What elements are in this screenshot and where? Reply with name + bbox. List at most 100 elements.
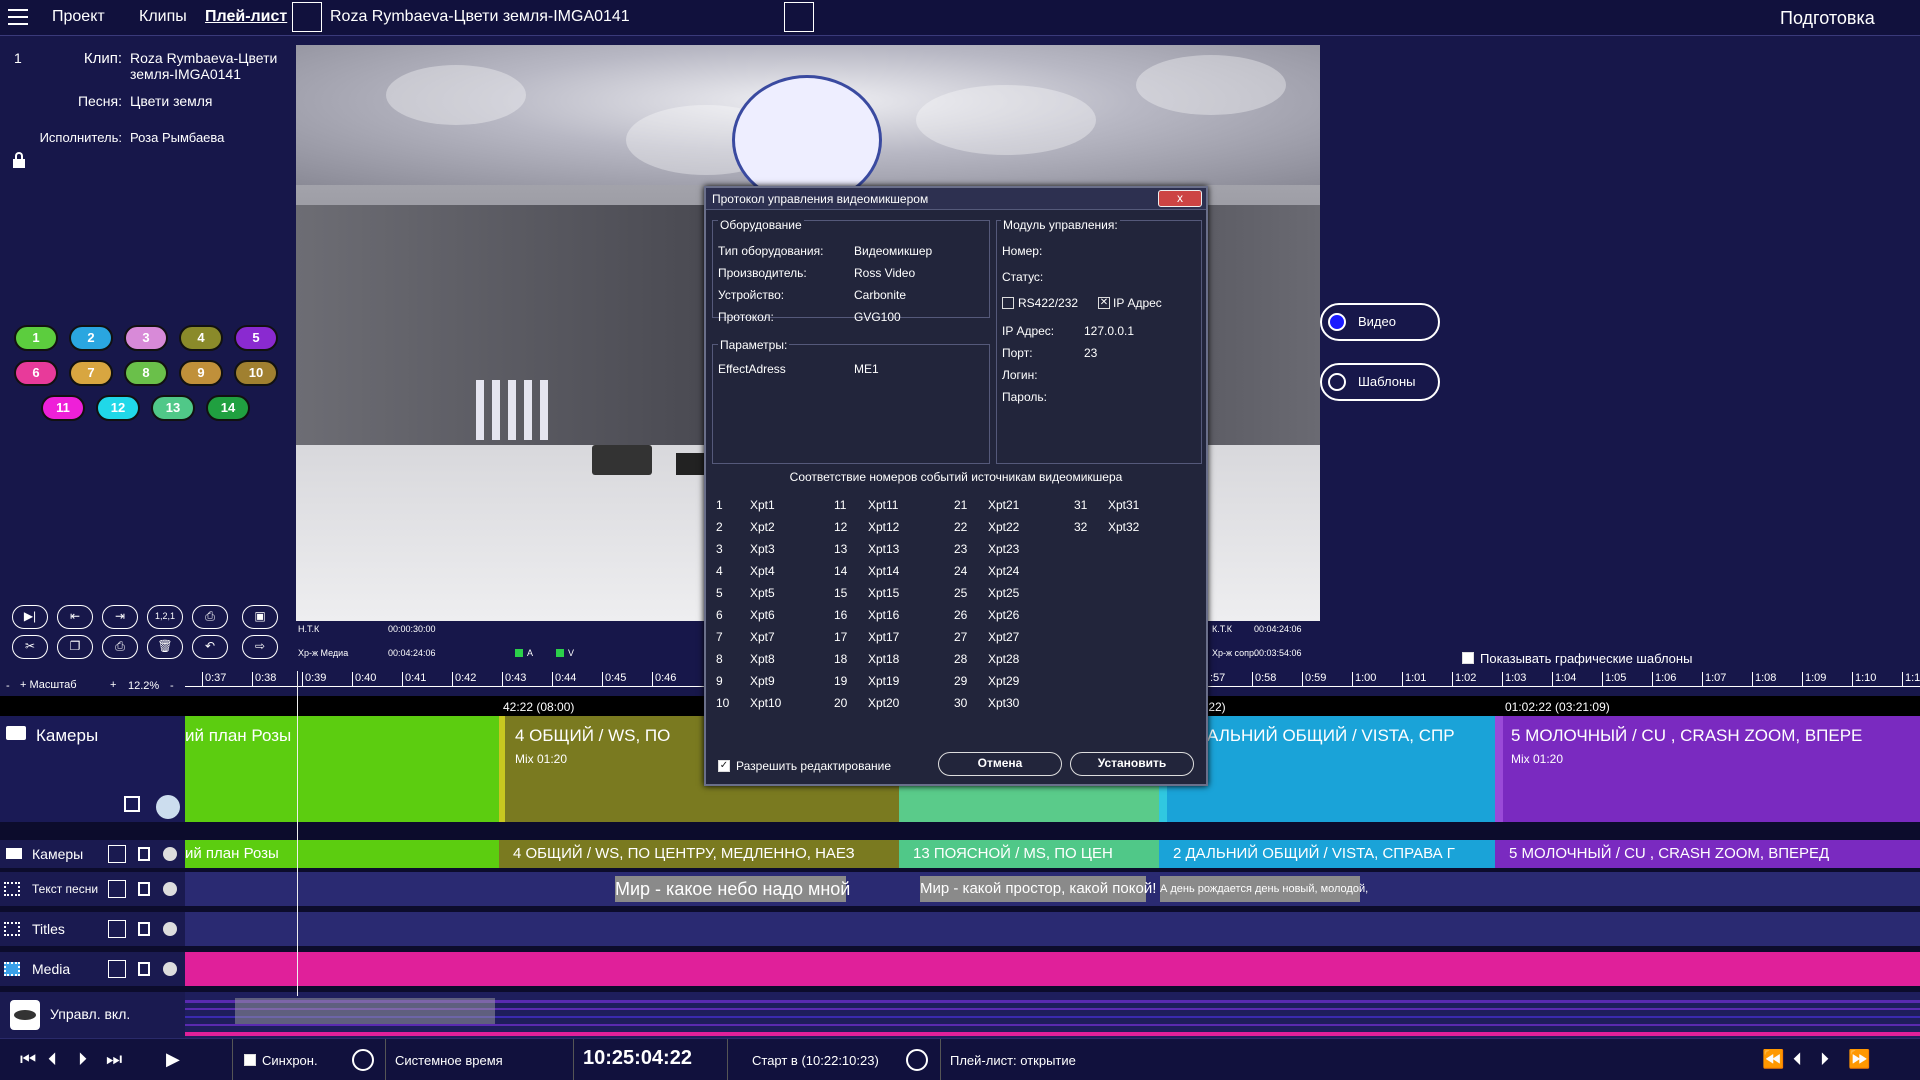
mapping-source[interactable]: Xpt8: [750, 652, 775, 666]
camera-pill-3[interactable]: 3: [124, 325, 168, 351]
mapping-source[interactable]: Xpt20: [868, 696, 899, 710]
titles-track-checkbox[interactable]: [108, 920, 126, 938]
control-track[interactable]: [185, 992, 1920, 1038]
video-toggle[interactable]: Видео: [1320, 303, 1440, 341]
export-button[interactable]: ⎙: [102, 635, 138, 659]
lyric-item[interactable]: А день рождается день новый, молодой,: [1160, 876, 1368, 902]
camera-pill-2[interactable]: 2: [69, 325, 113, 351]
camera-pill-11[interactable]: 11: [41, 395, 85, 421]
mapping-source[interactable]: Xpt2: [750, 520, 775, 534]
mapping-source[interactable]: Xpt28: [988, 652, 1019, 666]
mapping-source[interactable]: Xpt22: [988, 520, 1019, 534]
titles-track[interactable]: [185, 912, 1920, 946]
camera-pill-6[interactable]: 6: [14, 360, 58, 386]
scale-plus[interactable]: +: [110, 679, 116, 691]
cut-button[interactable]: ✂: [12, 635, 48, 659]
ip-address-checkbox[interactable]: ✕: [1098, 297, 1110, 309]
mapping-source[interactable]: Xpt19: [868, 674, 899, 688]
mapping-source[interactable]: Xpt24: [988, 564, 1019, 578]
undo-button[interactable]: ↶: [192, 635, 228, 659]
media-track-clip[interactable]: [185, 952, 1920, 986]
mapping-source[interactable]: Xpt18: [868, 652, 899, 666]
media-track-dot[interactable]: [163, 962, 177, 976]
mapping-source[interactable]: Xpt26: [988, 608, 1019, 622]
mapping-source[interactable]: Xpt6: [750, 608, 775, 622]
previous-icon[interactable]: ⏴: [48, 1049, 57, 1070]
camera-pill-9[interactable]: 9: [179, 360, 223, 386]
step-forward-icon[interactable]: ⏵: [1820, 1049, 1829, 1070]
title-select-box[interactable]: [784, 2, 814, 32]
effect-address-value[interactable]: ME1: [854, 362, 879, 376]
mapping-source[interactable]: Xpt3: [750, 542, 775, 556]
allow-edit-checkbox[interactable]: ✓: [718, 760, 730, 772]
mapping-source[interactable]: Xpt11: [868, 498, 898, 512]
templates-toggle[interactable]: Шаблоны: [1320, 363, 1440, 401]
sync-checkbox[interactable]: [244, 1054, 256, 1066]
exit-button[interactable]: ⇨: [242, 635, 278, 659]
rs422-checkbox[interactable]: [1002, 297, 1014, 309]
paste-button[interactable]: ❐: [57, 635, 93, 659]
hamburger-menu-icon[interactable]: [0, 0, 36, 34]
mapping-source[interactable]: Xpt10: [750, 696, 781, 710]
camera-pill-4[interactable]: 4: [179, 325, 223, 351]
eye-icon[interactable]: [10, 1000, 40, 1030]
next-icon[interactable]: ⏵: [78, 1049, 87, 1070]
mapping-source[interactable]: Xpt4: [750, 564, 775, 578]
camera-pill-12[interactable]: 12: [96, 395, 140, 421]
camera-pill-7[interactable]: 7: [69, 360, 113, 386]
mapping-source[interactable]: Xpt14: [868, 564, 899, 578]
camera-pill-1[interactable]: 1: [14, 325, 58, 351]
mapping-source[interactable]: Xpt21: [988, 498, 1019, 512]
lyric-item[interactable]: Мир - какое небо надо мной: [615, 876, 850, 902]
lyric-item[interactable]: Мир - какой простор, какой покой!: [920, 876, 1156, 902]
titles-track-lock-icon[interactable]: [138, 922, 150, 936]
print-button[interactable]: ⎙: [192, 605, 228, 629]
dialog-close-button[interactable]: x: [1158, 190, 1202, 207]
apply-button[interactable]: Установить: [1070, 752, 1194, 776]
cameras-segment[interactable]: 13 ПОЯСНОЙ / MS, ПО ЦЕН: [899, 840, 1159, 868]
mapping-source[interactable]: Xpt29: [988, 674, 1019, 688]
mapping-source[interactable]: Xpt1: [750, 498, 775, 512]
mode-label[interactable]: Подготовка: [1780, 8, 1875, 29]
camera-pill-10[interactable]: 10: [234, 360, 278, 386]
camera-segment[interactable]: ий план Розы: [185, 716, 499, 822]
mapping-source[interactable]: Xpt15: [868, 586, 899, 600]
lock-icon[interactable]: [13, 152, 25, 168]
camera-pill-8[interactable]: 8: [124, 360, 168, 386]
rewind-icon[interactable]: ⏪: [1762, 1049, 1784, 1070]
mapping-source[interactable]: Xpt5: [750, 586, 775, 600]
mapping-source[interactable]: Xpt12: [868, 520, 899, 534]
mapping-source[interactable]: Xpt30: [988, 696, 1019, 710]
play-icon[interactable]: ▶: [166, 1049, 180, 1070]
scale-plus-label[interactable]: + Масштаб: [20, 679, 77, 691]
mapping-source[interactable]: Xpt32: [1108, 520, 1139, 534]
mapping-source[interactable]: Xpt31: [1108, 498, 1139, 512]
step-back-icon[interactable]: ⏴: [1793, 1049, 1802, 1070]
delete-button[interactable]: 🗑: [147, 635, 183, 659]
playhead[interactable]: [297, 671, 298, 996]
cameras-segment[interactable]: 5 МОЛОЧНЫЙ / CU , CRASH ZOOM, ВПЕРЕД: [1495, 840, 1920, 868]
cameras-segment[interactable]: 2 ДАЛЬНИЙ ОБЩИЙ / VISTA, СПРАВА Г: [1159, 840, 1495, 868]
cancel-button[interactable]: Отмена: [938, 752, 1062, 776]
cameras-track-dot[interactable]: [163, 847, 177, 861]
cameras-track-checkbox[interactable]: [108, 845, 126, 863]
lyrics-track-checkbox[interactable]: [108, 880, 126, 898]
camera-pill-5[interactable]: 5: [234, 325, 278, 351]
renumber-button[interactable]: 1,2,1: [147, 605, 183, 629]
cameras-segment[interactable]: 4 ОБЩИЙ / WS, ПО ЦЕНТРУ, МЕДЛЕННО, НАЕЗ: [499, 840, 899, 868]
mapping-source[interactable]: Xpt27: [988, 630, 1019, 644]
trim-to-mark-button[interactable]: ▶|: [12, 605, 48, 629]
scale-minus-2[interactable]: -: [170, 680, 174, 692]
scale-minus[interactable]: -: [6, 680, 10, 692]
fast-forward-icon[interactable]: ⏩: [1848, 1049, 1870, 1070]
playlist-select-box[interactable]: [292, 2, 322, 32]
camera-segment[interactable]: 5 МОЛОЧНЫЙ / CU , CRASH ZOOM, ВПЕРЕ Mix …: [1495, 716, 1920, 822]
move-left-button[interactable]: ⇤: [57, 605, 93, 629]
cameras-track-lock-icon[interactable]: [138, 847, 150, 861]
camera-track-lock-icon[interactable]: [124, 796, 140, 812]
lyrics-track-lock-icon[interactable]: [138, 882, 150, 896]
mapping-source[interactable]: Xpt16: [868, 608, 899, 622]
port-value[interactable]: 23: [1084, 346, 1097, 360]
mapping-source[interactable]: Xpt9: [750, 674, 775, 688]
media-track-checkbox[interactable]: [108, 960, 126, 978]
